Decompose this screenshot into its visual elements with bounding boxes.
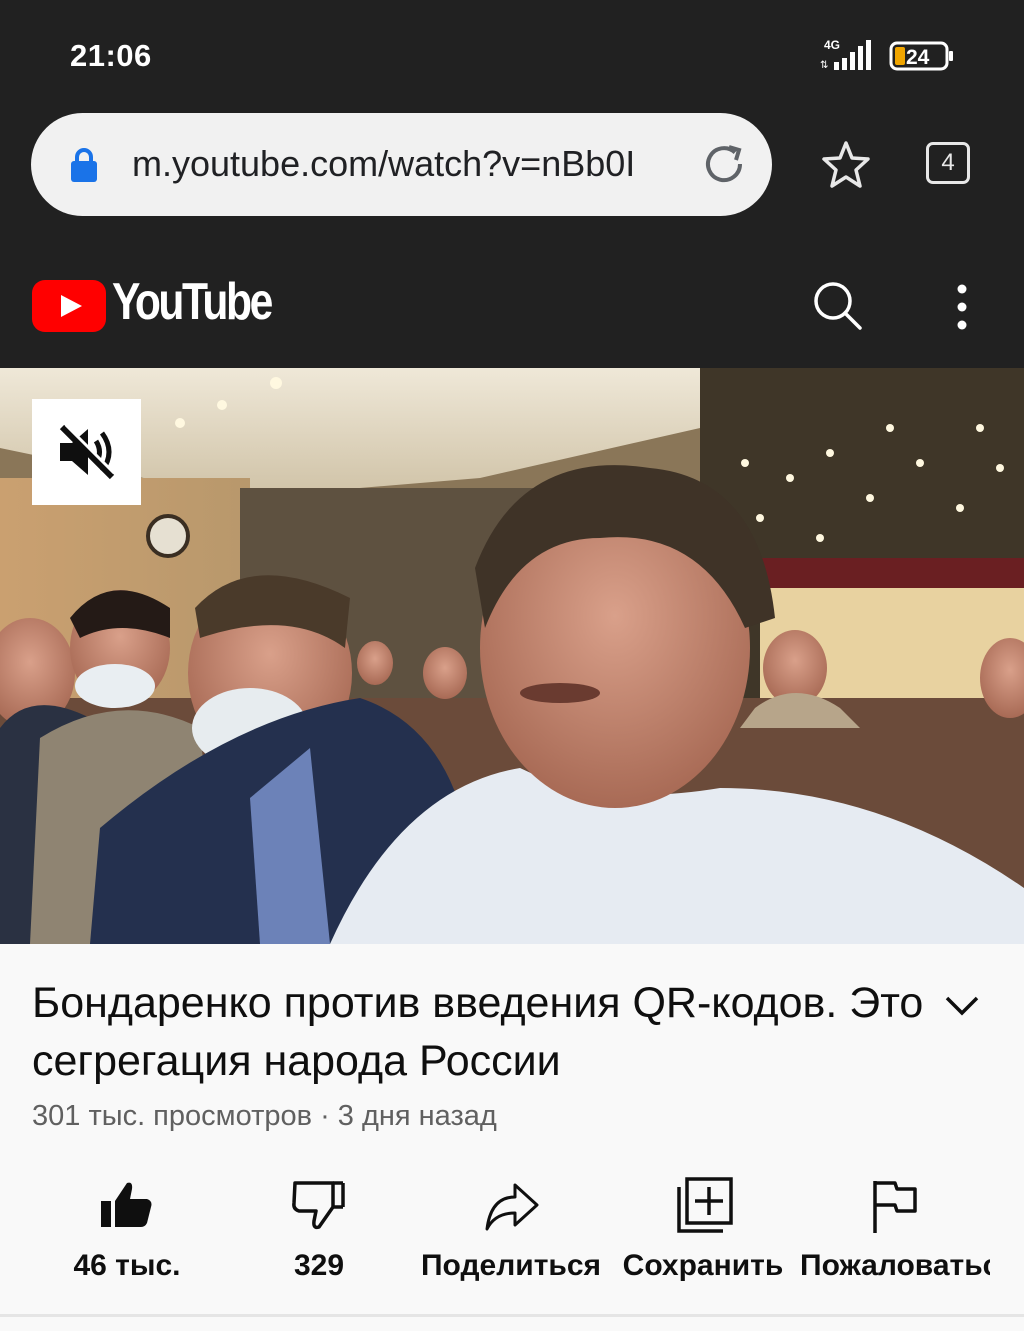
- video-frame: [0, 368, 1024, 944]
- more-vert-icon[interactable]: [946, 282, 978, 332]
- url-text[interactable]: m.youtube.com/watch?v=nBb0I: [132, 143, 652, 187]
- share-icon: [485, 1183, 539, 1231]
- share-label: Поделиться: [420, 1249, 602, 1282]
- divider: [0, 1314, 1024, 1317]
- youtube-wordmark[interactable]: YouTube: [112, 272, 273, 332]
- video-meta: 301 тыс. просмотров · 3 дня назад: [32, 1100, 497, 1132]
- lock-icon[interactable]: [69, 147, 99, 183]
- browser-toolbar: m.youtube.com/watch?v=nBb0I 4: [0, 112, 1024, 248]
- save-button[interactable]: Сохранить: [608, 1165, 798, 1305]
- svg-text:⇅: ⇅: [820, 60, 828, 71]
- thumb-up-icon: [101, 1182, 152, 1227]
- search-icon[interactable]: [810, 278, 866, 334]
- report-button[interactable]: Пожаловаться: [800, 1165, 990, 1305]
- flag-icon: [873, 1181, 917, 1233]
- save-label: Сохранить: [622, 1249, 784, 1282]
- address-bar[interactable]: m.youtube.com/watch?v=nBb0I: [31, 113, 772, 216]
- share-button[interactable]: Поделиться: [416, 1165, 606, 1305]
- video-player[interactable]: [0, 368, 1024, 944]
- dislike-count: 329: [293, 1249, 345, 1282]
- add-to-playlist-icon: [677, 1177, 733, 1233]
- video-title[interactable]: Бондаренко против введения QR-кодов. Это…: [32, 974, 932, 1090]
- bookmark-star-icon[interactable]: [820, 139, 872, 191]
- report-label: Пожаловаться: [800, 1249, 990, 1282]
- signal-icon: 4G ⇅: [820, 38, 871, 71]
- youtube-header: YouTube: [0, 248, 1024, 368]
- unmute-button[interactable]: [32, 399, 141, 505]
- network-type: 4G: [824, 38, 840, 52]
- reload-icon[interactable]: [701, 141, 747, 187]
- dislike-button[interactable]: 329: [224, 1165, 414, 1305]
- volume-off-icon: [59, 423, 115, 480]
- battery-level: 24: [906, 46, 930, 69]
- status-bar: 21:06 4G ⇅ 24: [0, 0, 1024, 112]
- battery-icon: 24: [889, 41, 953, 71]
- expand-chevron-icon[interactable]: [942, 990, 982, 1020]
- thumb-down-icon: [292, 1181, 345, 1230]
- video-actions: 46 тыс. 329 Поделиться Сохранить Пожалов…: [0, 1165, 1024, 1310]
- status-time: 21:06: [70, 38, 152, 73]
- tab-switcher-button[interactable]: 4: [926, 142, 970, 184]
- like-button[interactable]: 46 тыс.: [32, 1165, 222, 1305]
- like-count: 46 тыс.: [73, 1249, 181, 1282]
- youtube-logo-icon[interactable]: [32, 280, 106, 332]
